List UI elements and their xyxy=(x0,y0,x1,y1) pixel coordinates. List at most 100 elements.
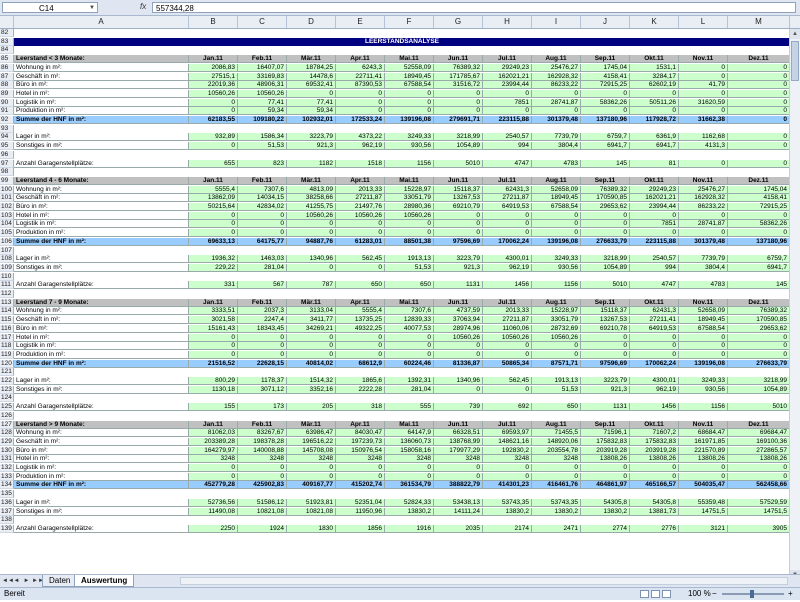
data-cell[interactable]: 2013,33 xyxy=(483,307,532,316)
data-cell[interactable]: 3249,33 xyxy=(532,255,581,264)
data-cell[interactable]: 272865,57 xyxy=(728,446,790,455)
data-cell[interactable]: 3249,33 xyxy=(679,377,728,385)
row-header[interactable]: 87 xyxy=(0,72,14,81)
data-cell[interactable]: 823 xyxy=(238,159,287,168)
row-header[interactable]: 117 xyxy=(0,333,14,342)
month-header[interactable]: Nov.11 xyxy=(679,298,728,307)
data-cell[interactable]: 22711,41 xyxy=(336,72,385,81)
data-cell[interactable]: 921,3 xyxy=(287,142,336,151)
data-cell[interactable]: 203554,78 xyxy=(532,446,581,455)
data-cell[interactable]: 0 xyxy=(189,350,238,359)
data-cell[interactable]: 5555,4 xyxy=(336,307,385,316)
data-cell[interactable]: 71455,5 xyxy=(532,429,581,438)
month-header[interactable]: Jun.11 xyxy=(434,55,483,64)
row-header[interactable]: 108 xyxy=(0,255,14,264)
month-header[interactable]: Jun.11 xyxy=(434,176,483,185)
data-cell[interactable]: 0 xyxy=(532,220,581,229)
data-cell[interactable]: 2250 xyxy=(189,524,238,533)
data-cell[interactable]: 52824,33 xyxy=(385,498,434,507)
data-cell[interactable]: 41255,75 xyxy=(287,203,336,211)
section-header[interactable]: Leerstand 4 - 6 Monate: xyxy=(14,176,189,185)
sum-cell[interactable]: 61283,01 xyxy=(336,237,385,246)
data-cell[interactable]: 162928,32 xyxy=(679,194,728,203)
data-cell[interactable]: 196516,22 xyxy=(287,437,336,446)
data-cell[interactable]: 18343,45 xyxy=(238,324,287,333)
data-cell[interactable]: 0 xyxy=(238,350,287,359)
data-cell[interactable]: 1830 xyxy=(287,524,336,533)
data-cell[interactable]: 0 xyxy=(532,472,581,481)
sum-cell[interactable]: 21516,52 xyxy=(189,359,238,368)
row-header[interactable]: 106 xyxy=(0,237,14,246)
data-cell[interactable]: 650 xyxy=(385,281,434,290)
data-cell[interactable]: 3411,77 xyxy=(287,316,336,325)
data-cell[interactable]: 4131,3 xyxy=(679,142,728,151)
zoom-level[interactable]: 100 % xyxy=(688,588,711,600)
row-header[interactable]: 105 xyxy=(0,229,14,238)
row-header[interactable]: 101 xyxy=(0,194,14,203)
data-cell[interactable]: 7739,79 xyxy=(532,133,581,142)
data-cell[interactable]: 145 xyxy=(581,159,630,168)
section-header[interactable]: Leerstand > 9 Monate: xyxy=(14,420,189,429)
data-cell[interactable]: 0 xyxy=(532,211,581,220)
row-label[interactable]: Summe der HNF in m²: xyxy=(14,481,189,490)
row-label[interactable]: Lager in m²: xyxy=(14,255,189,264)
sum-cell[interactable]: 0 xyxy=(728,116,790,124)
data-cell[interactable]: 0 xyxy=(385,472,434,481)
data-cell[interactable]: 53438,13 xyxy=(434,498,483,507)
data-cell[interactable]: 13808,26 xyxy=(679,455,728,464)
next-sheet-icon[interactable]: ► xyxy=(22,576,31,586)
data-cell[interactable]: 10560,26 xyxy=(434,333,483,342)
data-cell[interactable]: 0 xyxy=(728,107,790,116)
data-cell[interactable]: 0 xyxy=(483,350,532,359)
data-cell[interactable]: 6941,7 xyxy=(630,142,679,151)
data-cell[interactable]: 0 xyxy=(385,229,434,238)
data-cell[interactable]: 0 xyxy=(189,464,238,472)
data-cell[interactable]: 4300,01 xyxy=(483,255,532,264)
data-cell[interactable]: 0 xyxy=(434,107,483,116)
data-cell[interactable]: 1130,18 xyxy=(189,385,238,394)
data-cell[interactable]: 0 xyxy=(238,342,287,351)
data-cell[interactable]: 86233,22 xyxy=(679,203,728,211)
month-header[interactable]: Mär.11 xyxy=(287,176,336,185)
data-cell[interactable]: 0 xyxy=(630,107,679,116)
column-header-e[interactable]: E xyxy=(336,16,385,28)
data-cell[interactable]: 81062,03 xyxy=(189,429,238,438)
data-cell[interactable]: 3248 xyxy=(287,455,336,464)
data-cell[interactable]: 0 xyxy=(385,333,434,342)
data-cell[interactable]: 3352,16 xyxy=(287,385,336,394)
row-header[interactable]: 93 xyxy=(0,124,14,133)
data-cell[interactable]: 0 xyxy=(679,333,728,342)
data-cell[interactable]: 192830,2 xyxy=(483,446,532,455)
data-cell[interactable]: 15118,37 xyxy=(434,185,483,194)
data-cell[interactable]: 145 xyxy=(728,281,790,290)
data-cell[interactable]: 18784,25 xyxy=(287,63,336,72)
data-cell[interactable]: 77,41 xyxy=(287,98,336,107)
data-cell[interactable]: 12839,33 xyxy=(385,316,434,325)
row-header[interactable]: 138 xyxy=(0,516,14,525)
scroll-up-icon[interactable]: ▲ xyxy=(790,29,800,39)
month-header[interactable]: Feb.11 xyxy=(238,298,287,307)
data-cell[interactable]: 2174 xyxy=(483,524,532,533)
data-cell[interactable]: 158058,16 xyxy=(385,446,434,455)
view-buttons[interactable] xyxy=(640,590,673,602)
data-cell[interactable]: 6941,7 xyxy=(581,142,630,151)
data-cell[interactable]: 1514,32 xyxy=(287,377,336,385)
data-cell[interactable]: 54305,8 xyxy=(581,498,630,507)
data-cell[interactable]: 27211,41 xyxy=(630,316,679,325)
row-label[interactable]: Wohnung in m²: xyxy=(14,429,189,438)
data-cell[interactable]: 63986,47 xyxy=(287,429,336,438)
section-header[interactable]: Leerstand < 3 Monate: xyxy=(14,55,189,64)
data-cell[interactable]: 921,3 xyxy=(581,385,630,394)
row-header[interactable]: 139 xyxy=(0,524,14,533)
row-label[interactable]: Hotel in m²: xyxy=(14,455,189,464)
row-header[interactable]: 119 xyxy=(0,350,14,359)
row-label[interactable]: Wohnung in m²: xyxy=(14,185,189,194)
data-cell[interactable]: 48906,31 xyxy=(238,81,287,90)
column-header-f[interactable]: F xyxy=(385,16,434,28)
data-cell[interactable]: 962,19 xyxy=(630,385,679,394)
row-header[interactable]: 120 xyxy=(0,359,14,368)
row-label[interactable]: Sonstiges in m²: xyxy=(14,507,189,516)
data-cell[interactable]: 140008,88 xyxy=(238,446,287,455)
data-cell[interactable]: 4300,01 xyxy=(630,377,679,385)
data-cell[interactable]: 72915,25 xyxy=(728,203,790,211)
